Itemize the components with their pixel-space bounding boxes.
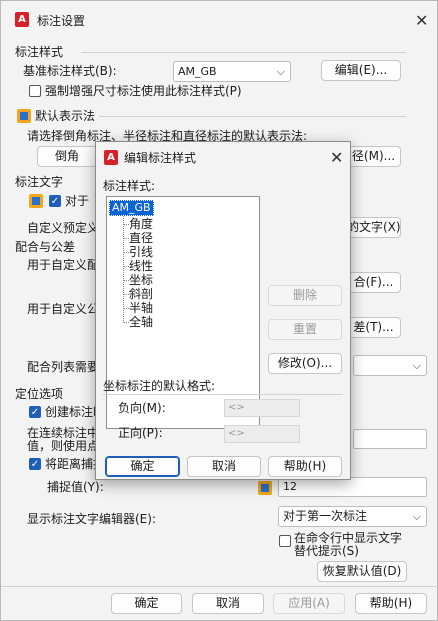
cancel-button[interactable]: 取消 [192, 593, 264, 614]
coord-format-label: 坐标标注的默认格式: [103, 379, 216, 393]
cmdline-checkbox[interactable] [279, 535, 291, 547]
show-editor-value: 对于第一次标注 [283, 509, 368, 523]
tree-connector [123, 214, 124, 321]
edit-button[interactable]: 编辑(E)... [321, 60, 401, 81]
positive-label: 正向(P): [118, 426, 163, 440]
delete-button[interactable]: 删除 [268, 285, 342, 306]
ok-button[interactable]: 确定 [111, 593, 182, 614]
divider [103, 394, 343, 395]
negative-value: <> [228, 402, 245, 413]
tree-child-item[interactable]: 半轴 [129, 301, 153, 315]
custom-text-label: 自定义预定义 [27, 221, 100, 235]
chevron-down-icon: ⌵ [412, 510, 421, 523]
tree-root-item[interactable]: AM_GB [109, 200, 154, 216]
tolerance-button[interactable]: 差(T)... [346, 317, 401, 338]
diameter-button[interactable]: 径(M)... [346, 146, 401, 167]
tree-child-item[interactable]: 引线 [129, 245, 153, 259]
divider [99, 116, 406, 117]
continuous-field[interactable] [353, 429, 427, 449]
text-info-icon [29, 194, 43, 208]
fit-button[interactable]: 合(F)... [346, 272, 401, 293]
base-style-dropdown[interactable]: AM_GB ⌵ [173, 61, 291, 82]
modal-title: 编辑标注样式 [124, 151, 197, 165]
modal-ok-button[interactable]: 确定 [105, 456, 180, 477]
snap-value-field[interactable]: 12 [278, 477, 427, 497]
positive-value: <> [228, 428, 245, 439]
tree-child-item[interactable]: 坐标 [129, 273, 153, 287]
default-rep-icon [17, 109, 31, 123]
base-style-label: 基准标注样式(B): [23, 64, 117, 78]
show-editor-dropdown[interactable]: 对于第一次标注 ⌵ [278, 506, 427, 527]
chevron-down-icon: ⌵ [276, 65, 285, 78]
styles-label: 标注样式: [103, 179, 156, 193]
app-logo-icon: A [15, 12, 29, 27]
custom-fit-label: 用于自定义配 [27, 258, 100, 272]
close-icon[interactable]: ✕ [330, 150, 343, 166]
fit-list-dropdown[interactable]: ⌵ [353, 355, 427, 376]
custom-text-button[interactable]: 的文字(X)... [346, 217, 401, 238]
section-default-rep: 默认表示法 [35, 109, 96, 123]
divider [81, 52, 406, 53]
close-icon[interactable]: ✕ [415, 13, 428, 29]
snap-checkbox[interactable]: ✓ [29, 458, 41, 470]
show-editor-label: 显示标注文字编辑器(E): [27, 512, 156, 526]
divider [1, 586, 438, 587]
edit-dim-style-dialog: A 编辑标注样式 ✕ 标注样式: AM_GB 角度 直径 引线 线性 坐标 斜剖 半轴 全轴 … [95, 141, 351, 480]
snap-value-label: 捕捉值(Y): [47, 480, 104, 494]
snap-value: 12 [283, 480, 297, 493]
apply-button[interactable]: 应用(A) [273, 593, 345, 614]
negative-label: 负向(M): [118, 401, 166, 415]
tree-child-item[interactable]: 线性 [129, 259, 153, 273]
modify-button[interactable]: 修改(O)... [268, 353, 342, 374]
cmdline-checkbox-line2: 替代提示(S) [294, 544, 359, 558]
section-dim-text: 标注文字 [15, 175, 64, 189]
custom-tol-label: 用于自定义公 [27, 302, 100, 316]
force-style-checkbox[interactable] [29, 85, 41, 97]
section-position: 定位选项 [15, 387, 64, 401]
text-checkbox[interactable]: ✓ [49, 195, 61, 207]
force-style-label: 强制增强尺寸标注使用此标注样式(P) [45, 84, 242, 98]
dialog-title: 标注设置 [37, 14, 86, 28]
tree-child-item[interactable]: 全轴 [129, 315, 153, 329]
modal-help-button[interactable]: 帮助(H) [268, 456, 342, 477]
help-button[interactable]: 帮助(H) [355, 593, 427, 614]
chamfer-button[interactable]: 倒角 [37, 146, 97, 167]
tree-child-item[interactable]: 斜剖 [129, 287, 153, 301]
section-fit-tol: 配合与公差 [15, 240, 76, 254]
base-style-value: AM_GB [178, 65, 217, 78]
fit-list-label: 配合列表需要 [27, 360, 100, 374]
chevron-down-icon: ⌵ [412, 359, 421, 372]
create-checkbox[interactable]: ✓ [29, 406, 41, 418]
restore-defaults-button[interactable]: 恢复默认值(D) [317, 561, 407, 582]
tree-child-item[interactable]: 直径 [129, 231, 153, 245]
continuous-text-line2: 值，则使用点 [27, 439, 100, 453]
reset-button[interactable]: 重置 [268, 319, 342, 340]
text-checkbox-label: 对于 [65, 194, 90, 208]
snap-info-icon [258, 481, 272, 495]
negative-field[interactable]: <> [224, 399, 300, 417]
app-logo-icon: A [104, 150, 118, 165]
tree-child-item[interactable]: 角度 [129, 217, 153, 231]
positive-field[interactable]: <> [224, 425, 300, 443]
modal-cancel-button[interactable]: 取消 [187, 456, 261, 477]
section-dim-style: 标注样式 [15, 45, 64, 59]
